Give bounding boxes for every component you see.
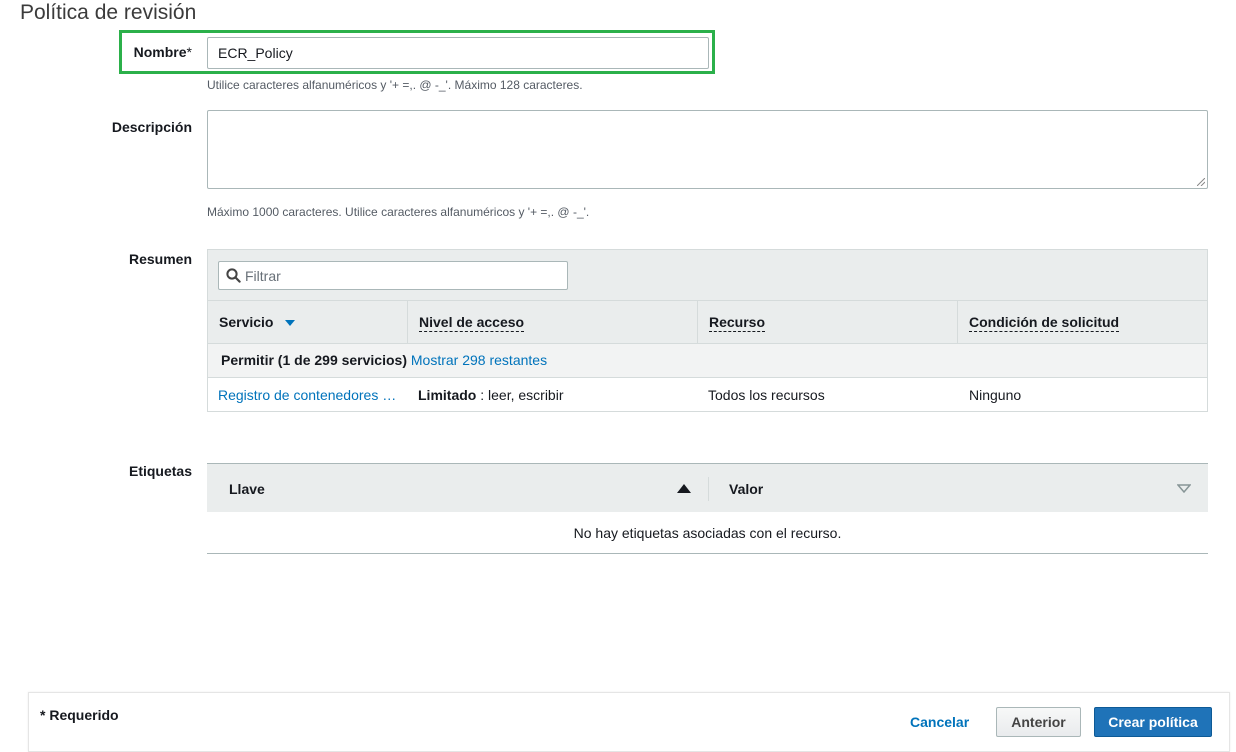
summary-header-row: Servicio Nivel de acceso Recurso Condici… (208, 301, 1207, 344)
previous-button[interactable]: Anterior (996, 707, 1081, 737)
search-icon (226, 268, 241, 283)
create-policy-button[interactable]: Crear política (1094, 707, 1212, 737)
resize-grip-icon[interactable] (1197, 178, 1205, 186)
show-remaining-link[interactable]: Mostrar 298 restantes (411, 352, 547, 368)
column-header-condition[interactable]: Condición de solicitud (958, 301, 1207, 344)
filter-input[interactable]: Filtrar (218, 261, 568, 290)
page-title: Política de revisión (20, 1, 197, 24)
column-header-access-level[interactable]: Nivel de acceso (408, 301, 698, 344)
tags-column-value[interactable]: Valor (729, 481, 763, 497)
table-row: Registro de contenedores … Limitado : le… (208, 378, 1207, 412)
description-label: Descripción (111, 119, 192, 135)
column-header-service[interactable]: Servicio (208, 301, 408, 344)
column-header-resource[interactable]: Recurso (698, 301, 958, 344)
name-input[interactable]: ECR_Policy (207, 37, 709, 69)
description-textarea[interactable] (207, 110, 1208, 189)
group-row-allow: Permitir (1 de 299 servicios) Mostrar 29… (208, 344, 1207, 378)
tags-empty-message: No hay etiquetas asociadas con el recurs… (207, 512, 1208, 554)
tags-label: Etiquetas (128, 463, 192, 479)
sort-down-icon[interactable] (285, 320, 296, 327)
summary-filter-bar: Filtrar (208, 250, 1207, 301)
service-link[interactable]: Registro de contenedores … (218, 387, 396, 403)
resource-cell: Todos los recursos (708, 387, 825, 403)
name-hint: Utilice caracteres alfanuméricos y '+ =,… (207, 78, 583, 92)
sort-down-icon[interactable] (1177, 484, 1191, 493)
form-footer: * Requerido Cancelar Anterior Crear polí… (28, 692, 1230, 752)
column-divider (708, 477, 709, 501)
tags-header-row: Llave Valor (207, 463, 1208, 512)
access-level-cell: Limitado : leer, escribir (418, 387, 564, 403)
description-hint: Máximo 1000 caracteres. Utilice caracter… (207, 205, 590, 219)
filter-placeholder: Filtrar (245, 268, 281, 284)
condition-cell: Ninguno (969, 387, 1022, 403)
summary-table: Filtrar Servicio Nivel de acceso Recurso… (207, 249, 1208, 412)
sort-up-icon[interactable] (677, 484, 691, 493)
tags-column-key[interactable]: Llave (229, 481, 265, 497)
required-note: * Requerido (40, 707, 119, 723)
summary-label: Resumen (128, 251, 192, 267)
cancel-button[interactable]: Cancelar (910, 714, 969, 730)
group-title: Permitir (1 de 299 servicios) (221, 352, 407, 368)
